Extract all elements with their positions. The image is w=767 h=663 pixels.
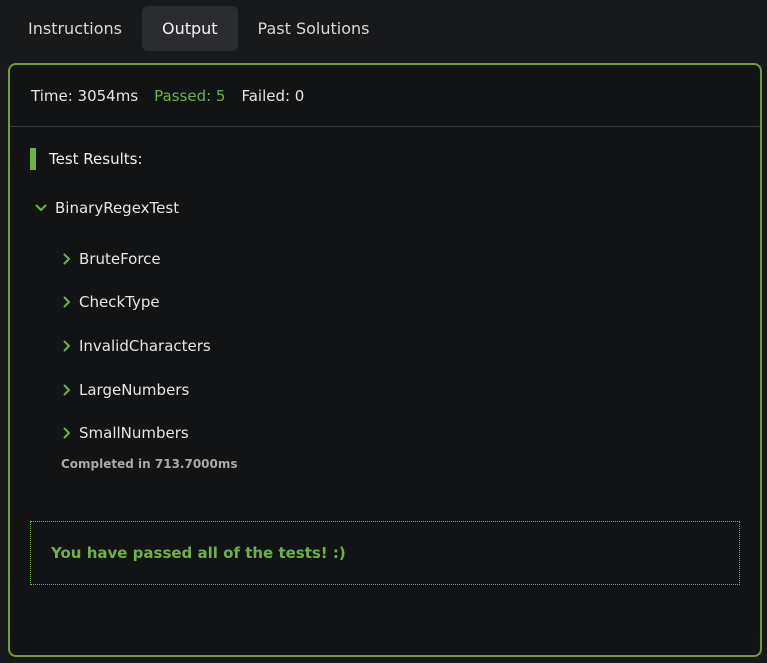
tab-bar: Instructions Output Past Solutions <box>0 0 767 60</box>
output-panel: Time: 3054ms Passed: 5 Failed: 0 Test Re… <box>8 63 762 657</box>
test-item[interactable]: CheckType <box>60 281 211 325</box>
test-results-title: Test Results: <box>49 150 143 168</box>
chevron-down-icon <box>34 201 48 215</box>
tab-past-solutions[interactable]: Past Solutions <box>238 6 390 51</box>
test-suite-toggle[interactable]: BinaryRegexTest <box>34 199 179 217</box>
test-name: CheckType <box>79 293 160 312</box>
chevron-right-icon <box>60 339 74 353</box>
failed-stat: Failed: 0 <box>241 86 305 105</box>
test-name: InvalidCharacters <box>79 336 211 355</box>
accent-bar <box>30 148 36 170</box>
completed-time: Completed in 713.7000ms <box>61 457 238 471</box>
test-item[interactable]: LargeNumbers <box>60 368 211 412</box>
chevron-right-icon <box>60 295 74 309</box>
test-name: SmallNumbers <box>79 424 189 443</box>
chevron-right-icon <box>60 252 74 266</box>
results-summary: Time: 3054ms Passed: 5 Failed: 0 <box>10 65 760 127</box>
test-name: LargeNumbers <box>79 380 190 399</box>
test-item[interactable]: BruteForce <box>60 237 211 281</box>
test-item[interactable]: InvalidCharacters <box>60 324 211 368</box>
tab-instructions[interactable]: Instructions <box>8 6 142 51</box>
test-results-header: Test Results: <box>30 147 143 171</box>
pass-message-box: You have passed all of the tests! :) <box>30 521 740 585</box>
test-list: BruteForce CheckType InvalidCharacters L… <box>60 237 211 455</box>
chevron-right-icon <box>60 426 74 440</box>
test-suite-name: BinaryRegexTest <box>55 199 180 217</box>
time-stat: Time: 3054ms <box>31 86 139 105</box>
pass-message: You have passed all of the tests! :) <box>51 544 346 562</box>
passed-stat: Passed: 5 <box>154 86 226 105</box>
tab-output[interactable]: Output <box>141 6 238 51</box>
chevron-right-icon <box>60 383 74 397</box>
test-name: BruteForce <box>79 249 161 268</box>
test-item[interactable]: SmallNumbers <box>60 411 211 455</box>
